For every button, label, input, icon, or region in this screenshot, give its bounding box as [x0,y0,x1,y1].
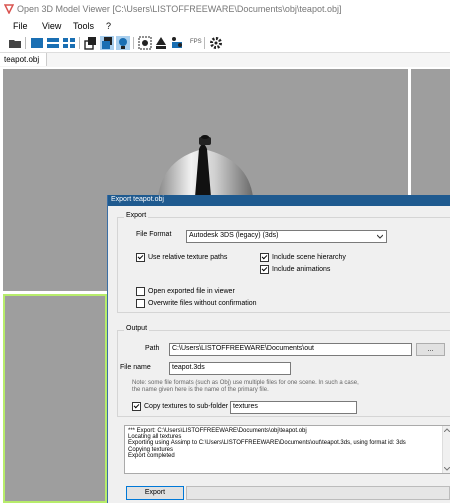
gear-icon[interactable] [209,36,223,50]
window-title: Open 3D Model Viewer [C:\Users\LISTOFFRE… [17,4,342,14]
export-progress-bar [186,486,450,500]
fps-toggle[interactable]: FPS [190,39,202,45]
toolbar-separator [79,37,80,49]
dialog-title-bar: Export teapot.obj [108,195,450,206]
file-name-value: teapot.3ds [172,364,205,371]
export-group: Export File Format Autodesk 3DS (legacy)… [117,212,450,313]
export-group-title: Export [124,212,149,219]
menu-help[interactable]: ? [106,21,111,31]
log-scrollbar[interactable] [442,426,450,473]
copy-textures-label: Copy textures to sub-folder [144,403,229,410]
toolbar: FPS [0,34,450,53]
file-name-field[interactable]: teapot.3ds [169,362,291,375]
export-button-label: Export [144,489,166,496]
open-exported-file-checkbox[interactable] [136,287,145,296]
menu-bar: File View Tools ? [0,19,450,34]
export-button[interactable]: Export [126,486,184,500]
toolbar-separator [133,37,134,49]
four-view-icon[interactable] [62,36,76,50]
center-view-icon[interactable] [138,36,152,50]
single-view-icon[interactable] [30,36,44,50]
include-animations-checkbox[interactable] [260,265,269,274]
output-group: Output Path C:\Users\LISTOFFREEWARE\Docu… [117,325,450,417]
open-exported-file-label: Open exported file in viewer [148,288,235,295]
use-relative-texture-paths-label: Use relative texture paths [148,254,228,261]
menu-tools[interactable]: Tools [73,21,94,31]
file-format-select[interactable]: Autodesk 3DS (legacy) (3ds) [186,230,387,243]
toolbar-separator [204,37,205,49]
menu-view[interactable]: View [42,21,61,31]
file-format-label: File Format [136,231,172,238]
split-horizontal-icon[interactable] [46,36,60,50]
output-note: Note: some file formats (such as Obj) us… [132,380,359,393]
tab-teapot[interactable]: teapot.obj [0,53,47,66]
file-format-value: Autodesk 3DS (legacy) (3ds) [189,232,279,239]
export-log[interactable]: *** Export: C:\Users\LISTOFFREEWARE\Docu… [124,425,450,474]
textures-folder-field[interactable]: textures [230,401,357,414]
include-scene-hierarchy-checkbox[interactable] [260,253,269,262]
path-field[interactable]: C:\Users\LISTOFFREEWARE\Documents\out [169,343,412,356]
lighting-icon[interactable] [116,36,130,50]
path-label: Path [145,345,160,352]
textures-folder-value: textures [233,403,258,410]
path-value: C:\Users\LISTOFFREEWARE\Documents\out [172,345,314,352]
dialog-title: Export teapot.obj [111,196,164,203]
export-log-text: *** Export: C:\Users\LISTOFFREEWARE\Docu… [128,428,406,459]
copy-textures-checkbox[interactable] [132,402,141,411]
file-name-label: File name [120,364,151,371]
include-animations-label: Include animations [272,266,331,273]
toolbar-separator [25,37,26,49]
scroll-up-icon [444,428,450,432]
open-folder-icon[interactable] [8,36,22,50]
bones-icon[interactable] [170,36,184,50]
app-icon [4,4,14,14]
export-dialog: Export teapot.obj Export File Format Aut… [107,195,450,503]
browse-button-label: ... [427,346,434,353]
document-tabs: teapot.obj [0,53,450,67]
output-group-title: Output [124,325,150,332]
overwrite-files-checkbox[interactable] [136,299,145,308]
tab-label: teapot.obj [4,55,40,64]
overwrite-files-label: Overwrite files without confirmation [148,300,257,307]
title-bar: Open 3D Model Viewer [C:\Users\LISTOFFRE… [0,0,450,19]
wireframe-icon[interactable] [84,36,98,50]
active-viewport[interactable] [3,294,107,503]
scroll-down-icon [444,467,450,471]
use-relative-texture-paths-checkbox[interactable] [136,253,145,262]
include-scene-hierarchy-label: Include scene hierarchy [272,254,346,261]
browse-button[interactable]: ... [416,343,445,356]
scene-icon[interactable] [154,36,168,50]
chevron-down-icon [377,234,383,239]
textures-icon[interactable] [100,36,114,50]
menu-file[interactable]: File [13,21,28,31]
